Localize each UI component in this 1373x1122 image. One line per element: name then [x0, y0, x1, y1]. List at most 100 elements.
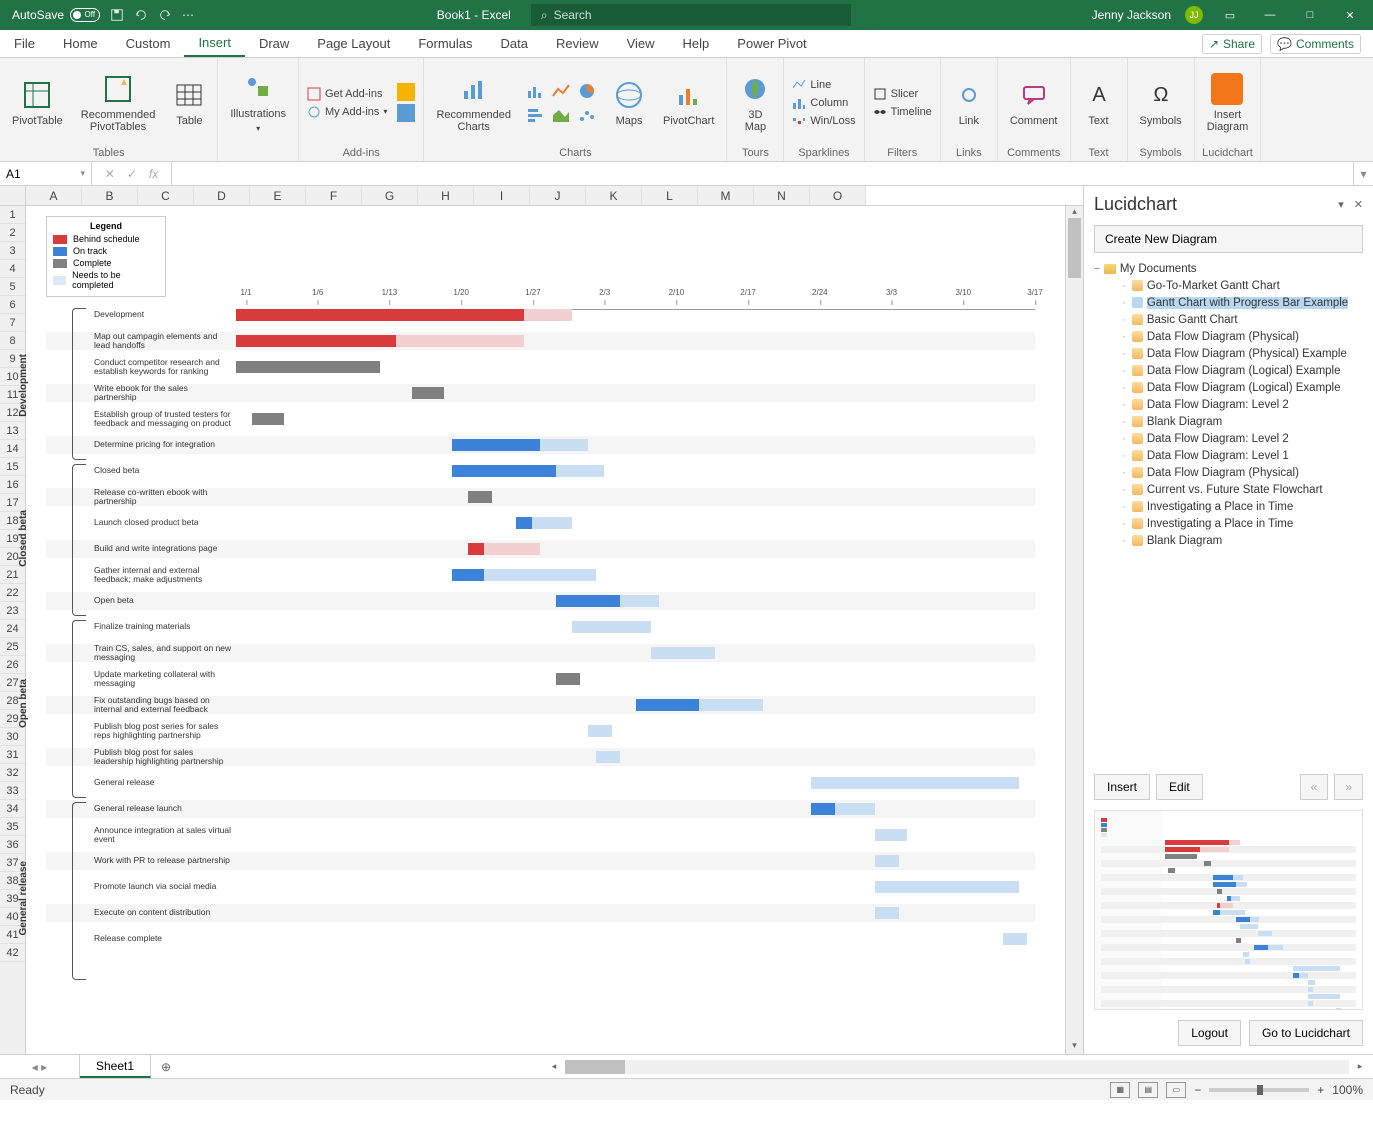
- horizontal-scrollbar[interactable]: ◂ ▸: [541, 1055, 1373, 1078]
- get-addins-button[interactable]: Get Add-ins: [307, 87, 387, 101]
- column-header[interactable]: C: [138, 186, 194, 205]
- user-name[interactable]: Jenny Jackson: [1092, 8, 1171, 22]
- scroll-left-icon[interactable]: ◂: [547, 1061, 561, 1072]
- zoom-in-icon[interactable]: +: [1317, 1083, 1324, 1097]
- column-header[interactable]: E: [250, 186, 306, 205]
- panel-menu-icon[interactable]: ▾: [1338, 198, 1344, 211]
- column-header[interactable]: B: [82, 186, 138, 205]
- sheet-tab[interactable]: Sheet1: [80, 1055, 151, 1078]
- tab-file[interactable]: File: [0, 30, 49, 57]
- scroll-right-icon[interactable]: ▸: [1353, 1061, 1367, 1072]
- tree-root[interactable]: My Documents: [1094, 263, 1363, 275]
- sparkline-line-button[interactable]: Line: [792, 78, 855, 92]
- tree-item[interactable]: Data Flow Diagram (Physical): [1094, 328, 1363, 345]
- share-button[interactable]: ↗Share: [1202, 34, 1262, 54]
- page-break-view-icon[interactable]: ▭: [1166, 1082, 1186, 1098]
- my-addins-button[interactable]: My Add-ins ▾: [307, 105, 387, 119]
- tab-draw[interactable]: Draw: [245, 30, 303, 57]
- select-all-corner[interactable]: [0, 186, 26, 205]
- undo-icon[interactable]: [134, 8, 148, 22]
- tree-item[interactable]: Basic Gantt Chart: [1094, 311, 1363, 328]
- autosave-toggle[interactable]: AutoSave Off: [12, 8, 100, 22]
- tree-item[interactable]: Data Flow Diagram (Logical) Example: [1094, 379, 1363, 396]
- tree-item[interactable]: Data Flow Diagram (Physical) Example: [1094, 345, 1363, 362]
- scroll-thumb[interactable]: [1068, 218, 1081, 278]
- row-header[interactable]: 13: [0, 422, 25, 440]
- table-button[interactable]: Table: [169, 77, 209, 129]
- row-header[interactable]: 30: [0, 728, 25, 746]
- scatter-chart-icon[interactable]: [577, 105, 599, 125]
- close-icon[interactable]: ✕: [1337, 2, 1363, 28]
- scroll-down-icon[interactable]: ▾: [1066, 1040, 1083, 1054]
- row-header[interactable]: 16: [0, 476, 25, 494]
- row-header[interactable]: 4: [0, 260, 25, 278]
- ribbon-display-icon[interactable]: ▭: [1217, 2, 1243, 28]
- maps-button[interactable]: Maps: [609, 77, 649, 129]
- tree-item[interactable]: Current vs. Future State Flowchart: [1094, 481, 1363, 498]
- recommended-charts-button[interactable]: Recommended Charts: [432, 71, 515, 135]
- 3d-map-button[interactable]: 3D Map: [735, 71, 775, 135]
- tab-page-layout[interactable]: Page Layout: [303, 30, 404, 57]
- column-header[interactable]: K: [586, 186, 642, 205]
- tree-item[interactable]: Data Flow Diagram (Physical): [1094, 464, 1363, 481]
- row-header[interactable]: 2: [0, 224, 25, 242]
- illustrations-button[interactable]: Illustrations▾: [226, 70, 290, 135]
- row-header[interactable]: 33: [0, 782, 25, 800]
- row-header[interactable]: 15: [0, 458, 25, 476]
- maximize-icon[interactable]: □: [1297, 2, 1323, 28]
- tab-help[interactable]: Help: [669, 30, 724, 57]
- insert-button[interactable]: Insert: [1094, 774, 1150, 800]
- row-header[interactable]: 31: [0, 746, 25, 764]
- worksheet-canvas[interactable]: Legend Behind scheduleOn trackCompleteNe…: [26, 206, 1065, 1054]
- row-header[interactable]: 34: [0, 800, 25, 818]
- row-header[interactable]: 14: [0, 440, 25, 458]
- tree-item[interactable]: Go-To-Market Gantt Chart: [1094, 277, 1363, 294]
- tree-item[interactable]: Investigating a Place in Time: [1094, 515, 1363, 532]
- pie-chart-icon[interactable]: [577, 81, 599, 101]
- line-chart-icon[interactable]: [551, 81, 573, 101]
- row-header[interactable]: 35: [0, 818, 25, 836]
- symbols-button[interactable]: ΩSymbols: [1136, 77, 1186, 129]
- row-header[interactable]: 6: [0, 296, 25, 314]
- prev-button[interactable]: «: [1300, 774, 1329, 800]
- row-header[interactable]: 3: [0, 242, 25, 260]
- sparkline-winloss-button[interactable]: Win/Loss: [792, 114, 855, 128]
- next-button[interactable]: »: [1334, 774, 1363, 800]
- add-sheet-button[interactable]: ⊕: [151, 1055, 181, 1078]
- row-header[interactable]: 7: [0, 314, 25, 332]
- logout-button[interactable]: Logout: [1178, 1020, 1241, 1046]
- sheet-nav[interactable]: ◂ ▸: [0, 1055, 80, 1078]
- column-chart-icon[interactable]: [525, 81, 547, 101]
- cancel-icon[interactable]: ✕: [105, 167, 115, 181]
- tree-item[interactable]: Data Flow Diagram (Logical) Example: [1094, 362, 1363, 379]
- column-header[interactable]: I: [474, 186, 530, 205]
- tree-item[interactable]: Gantt Chart with Progress Bar Example: [1094, 294, 1363, 311]
- tree-item[interactable]: Blank Diagram: [1094, 532, 1363, 549]
- column-header[interactable]: M: [698, 186, 754, 205]
- tab-review[interactable]: Review: [542, 30, 613, 57]
- tab-insert[interactable]: Insert: [184, 30, 245, 57]
- pivotchart-button[interactable]: PivotChart: [659, 77, 718, 129]
- row-header[interactable]: 8: [0, 332, 25, 350]
- row-header[interactable]: 24: [0, 620, 25, 638]
- scroll-thumb[interactable]: [565, 1060, 625, 1074]
- column-header[interactable]: L: [642, 186, 698, 205]
- pivottable-button[interactable]: PivotTable: [8, 77, 67, 129]
- name-box[interactable]: A1▾: [0, 162, 92, 185]
- row-header[interactable]: 1: [0, 206, 25, 224]
- slicer-button[interactable]: Slicer: [873, 87, 932, 101]
- qat-icon[interactable]: ⋯: [182, 8, 196, 22]
- user-avatar[interactable]: JJ: [1185, 6, 1203, 24]
- row-header[interactable]: 21: [0, 566, 25, 584]
- tree-item[interactable]: Data Flow Diagram: Level 1: [1094, 447, 1363, 464]
- text-button[interactable]: AText: [1079, 77, 1119, 129]
- tab-home[interactable]: Home: [49, 30, 112, 57]
- search-box[interactable]: ⌕ Search: [531, 4, 851, 26]
- row-header[interactable]: 5: [0, 278, 25, 296]
- minimize-icon[interactable]: —: [1257, 2, 1283, 28]
- tree-item[interactable]: Blank Diagram: [1094, 413, 1363, 430]
- column-header[interactable]: H: [418, 186, 474, 205]
- column-header[interactable]: F: [306, 186, 362, 205]
- row-header[interactable]: 25: [0, 638, 25, 656]
- fx-icon[interactable]: fx: [149, 167, 158, 181]
